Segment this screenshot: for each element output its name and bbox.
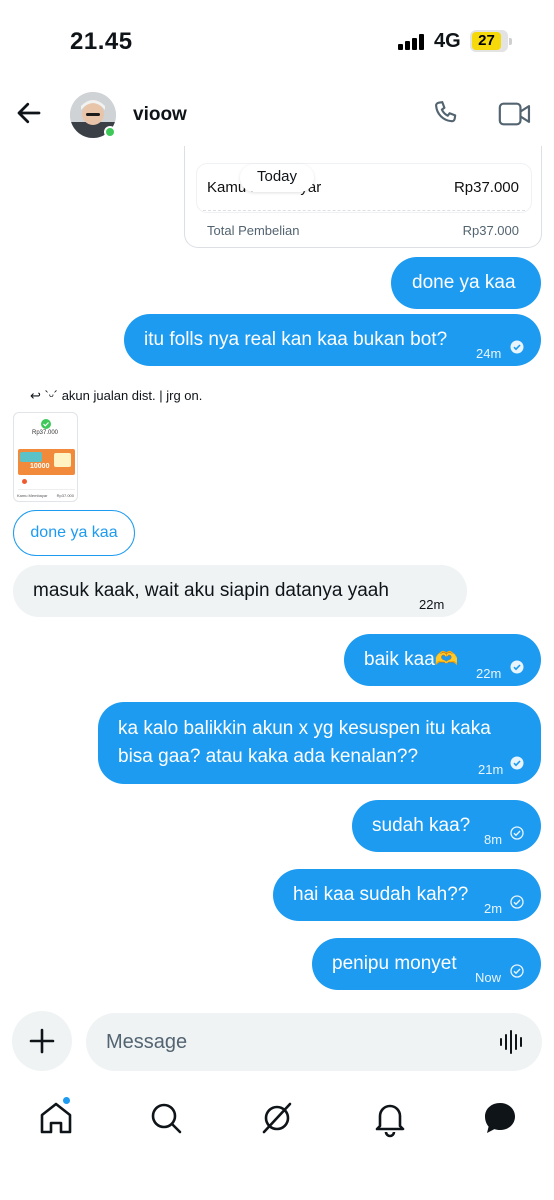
message-bubble-sent[interactable]: sudah kaa? 8m bbox=[352, 800, 541, 852]
contact-name[interactable]: vioow bbox=[133, 104, 187, 126]
message-composer bbox=[86, 1013, 542, 1071]
message-bubble-sent[interactable]: penipu monyet Now bbox=[312, 938, 541, 990]
message-bubble-sent[interactable]: ka kalo balikkin akun x yg kesuspen itu … bbox=[98, 702, 541, 784]
thumb-amount: Rp37.000 bbox=[32, 430, 59, 436]
message-text: sudah kaa? bbox=[372, 815, 471, 836]
reply-header: ↩ `ᵕ´ akun jualan dist. | jrg on. bbox=[30, 388, 202, 404]
message-time: 8m bbox=[484, 832, 503, 847]
video-call-icon[interactable] bbox=[498, 100, 532, 128]
notifications-icon[interactable] bbox=[370, 1098, 410, 1138]
message-text: hai kaa sudah kah?? bbox=[293, 884, 469, 905]
online-status-dot bbox=[104, 126, 116, 138]
sent-check-icon bbox=[510, 895, 524, 909]
signal-icon bbox=[398, 34, 428, 50]
message-text: done ya kaa bbox=[412, 272, 516, 293]
search-icon[interactable] bbox=[146, 1098, 186, 1138]
reply-icon: ↩ bbox=[30, 388, 45, 403]
status-time: 21.45 bbox=[70, 28, 133, 55]
home-notification-dot bbox=[62, 1096, 71, 1105]
add-attachment-button[interactable] bbox=[12, 1011, 72, 1071]
image-attachment[interactable]: Rp37.000 10000 Kamu Membayar Rp37.000 bbox=[13, 412, 78, 502]
plus-icon bbox=[29, 1028, 55, 1054]
thumb-footer-value: Rp37.000 bbox=[56, 493, 74, 498]
message-time: 22m bbox=[419, 597, 445, 612]
grok-icon[interactable] bbox=[257, 1098, 297, 1138]
message-text: itu folls nya real kan kaa bukan bot? bbox=[144, 329, 448, 350]
chat-header: vioow bbox=[0, 82, 554, 146]
receipt-divider bbox=[203, 210, 525, 211]
message-bubble-sent[interactable]: done ya kaa bbox=[391, 257, 541, 309]
back-arrow-icon[interactable] bbox=[14, 98, 44, 128]
date-chip: Today bbox=[240, 164, 314, 192]
message-time: 21m bbox=[478, 762, 504, 777]
message-time: 22m bbox=[476, 666, 502, 681]
receipt-card[interactable]: Kamu membayar Rp37.000 Total Pembelian R… bbox=[184, 132, 542, 248]
message-bubble-sent[interactable]: itu folls nya real kan kaa bukan bot? 24… bbox=[124, 314, 541, 366]
home-icon[interactable] bbox=[36, 1098, 76, 1138]
quoted-message[interactable]: done ya kaa bbox=[13, 510, 135, 556]
message-text-line: ka kalo balikkin akun x yg kesuspen itu … bbox=[118, 718, 491, 739]
thumb-promo: 10000 bbox=[30, 463, 50, 470]
sent-check-icon bbox=[510, 964, 524, 978]
battery-icon: 27 bbox=[470, 30, 512, 52]
phone-icon[interactable] bbox=[430, 98, 462, 130]
sent-check-icon bbox=[510, 826, 524, 840]
message-time: 24m bbox=[476, 346, 502, 361]
message-bubble-sent[interactable]: baik kaa🫶 22m bbox=[344, 634, 541, 686]
read-check-icon bbox=[510, 756, 524, 770]
battery-level: 27 bbox=[478, 32, 495, 49]
message-bubble-sent[interactable]: hai kaa sudah kah?? 2m bbox=[273, 869, 541, 921]
message-text: penipu monyet bbox=[332, 953, 457, 974]
message-time: Now bbox=[475, 970, 502, 985]
message-bubble-received[interactable]: masuk kaak, wait aku siapin datanya yaah… bbox=[13, 565, 467, 617]
receipt-total-label: Total Pembelian bbox=[207, 223, 300, 238]
bottom-nav bbox=[0, 1090, 554, 1150]
receipt-paid-value: Rp37.000 bbox=[453, 179, 519, 196]
read-check-icon bbox=[510, 340, 524, 354]
message-input[interactable] bbox=[106, 1027, 486, 1057]
status-bar: 21.45 4G 27 bbox=[0, 0, 554, 80]
message-text: baik kaa🫶 bbox=[364, 649, 459, 670]
messages-icon[interactable] bbox=[480, 1098, 520, 1138]
message-time: 2m bbox=[484, 901, 503, 916]
voice-message-icon[interactable] bbox=[498, 1028, 526, 1056]
message-text: masuk kaak, wait aku siapin datanya yaah bbox=[33, 580, 389, 601]
reply-source: `ᵕ´ akun jualan dist. | jrg on. bbox=[44, 388, 203, 403]
receipt-total-value: Rp37.000 bbox=[462, 223, 519, 238]
network-type: 4G bbox=[434, 30, 461, 52]
read-check-icon bbox=[510, 660, 524, 674]
thumb-footer-label: Kamu Membayar bbox=[17, 493, 48, 498]
